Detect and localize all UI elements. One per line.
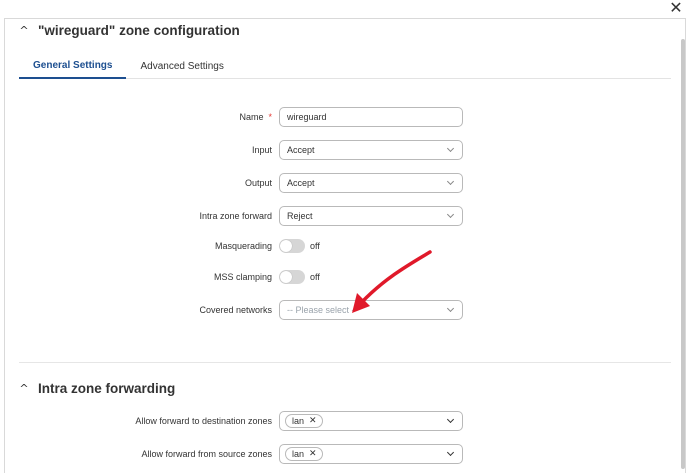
zone-section-title: "wireguard" zone configuration: [38, 23, 240, 38]
forwarding-section-header[interactable]: ^ Intra zone forwarding: [19, 381, 175, 396]
output-select-value: Accept: [287, 178, 315, 188]
zone-chip-label: lan: [292, 416, 305, 426]
chevron-down-icon: [446, 210, 455, 219]
output-select[interactable]: Accept: [279, 173, 463, 193]
zone-chip: lan ✕: [285, 414, 323, 428]
dest-zones-label: Allow forward to destination zones: [135, 416, 272, 426]
chevron-down-icon: [446, 415, 455, 424]
covered-networks-select[interactable]: -- Please select --: [279, 300, 463, 320]
toggle-knob: [280, 240, 292, 252]
masquerading-row: Masquerading off: [5, 236, 685, 256]
remove-chip-icon[interactable]: ✕: [309, 416, 317, 426]
tab-bar: General Settings Advanced Settings: [19, 53, 671, 79]
masquerading-toggle-wrap: off: [279, 236, 320, 256]
toggle-knob: [280, 271, 292, 283]
name-row: Name * wireguard: [5, 107, 685, 127]
source-zones-row: Allow forward from source zones lan ✕: [5, 444, 685, 464]
input-select[interactable]: Accept: [279, 140, 463, 160]
mss-clamping-toggle-wrap: off: [279, 267, 320, 287]
mss-clamping-state: off: [310, 272, 320, 282]
name-input-value: wireguard: [287, 112, 327, 122]
dest-zones-select[interactable]: lan ✕: [279, 411, 463, 431]
intra-zone-forward-row: Intra zone forward Reject: [5, 206, 685, 226]
zone-chip: lan ✕: [285, 447, 323, 461]
required-mark: *: [268, 112, 272, 122]
chevron-down-icon: [446, 304, 455, 313]
source-zones-select[interactable]: lan ✕: [279, 444, 463, 464]
covered-networks-row: Covered networks -- Please select --: [5, 300, 685, 320]
mss-clamping-toggle[interactable]: [279, 270, 305, 284]
source-zones-label: Allow forward from source zones: [141, 449, 272, 459]
zone-config-panel: ^ "wireguard" zone configuration General…: [4, 18, 686, 473]
masquerading-state: off: [310, 241, 320, 251]
tab-general-settings[interactable]: General Settings: [19, 53, 127, 79]
name-label-text: Name: [239, 112, 264, 122]
section-divider: [19, 362, 671, 363]
intra-zone-forward-label: Intra zone forward: [199, 211, 272, 221]
zone-section-header[interactable]: ^ "wireguard" zone configuration: [19, 23, 240, 38]
dest-zones-row: Allow forward to destination zones lan ✕: [5, 411, 685, 431]
name-label: Name *: [239, 107, 272, 127]
close-icon[interactable]: ✕: [669, 0, 682, 17]
mss-clamping-label: MSS clamping: [213, 272, 272, 282]
close-button[interactable]: ✕: [668, 0, 684, 16]
intra-zone-forward-select[interactable]: Reject: [279, 206, 463, 226]
chevron-down-icon: [446, 144, 455, 153]
scrollbar[interactable]: [681, 39, 685, 469]
remove-chip-icon[interactable]: ✕: [309, 449, 317, 459]
output-row: Output Accept: [5, 173, 685, 193]
forwarding-section-title: Intra zone forwarding: [38, 381, 176, 396]
output-label: Output: [244, 178, 272, 188]
covered-networks-label: Covered networks: [199, 305, 272, 315]
tab-advanced-settings[interactable]: Advanced Settings: [126, 53, 237, 79]
chevron-up-icon[interactable]: ^: [19, 382, 29, 395]
mss-clamping-row: MSS clamping off: [5, 267, 685, 287]
chevron-up-icon[interactable]: ^: [19, 24, 29, 37]
input-row: Input Accept: [5, 140, 685, 160]
masquerading-toggle[interactable]: [279, 239, 305, 253]
chevron-down-icon: [446, 448, 455, 457]
chevron-down-icon: [446, 177, 455, 186]
masquerading-label: Masquerading: [214, 241, 272, 251]
name-input[interactable]: wireguard: [279, 107, 463, 127]
input-select-value: Accept: [287, 145, 315, 155]
covered-networks-placeholder: -- Please select --: [287, 305, 358, 315]
input-label: Input: [251, 145, 272, 155]
intra-zone-forward-value: Reject: [287, 211, 313, 221]
zone-chip-label: lan: [292, 449, 305, 459]
